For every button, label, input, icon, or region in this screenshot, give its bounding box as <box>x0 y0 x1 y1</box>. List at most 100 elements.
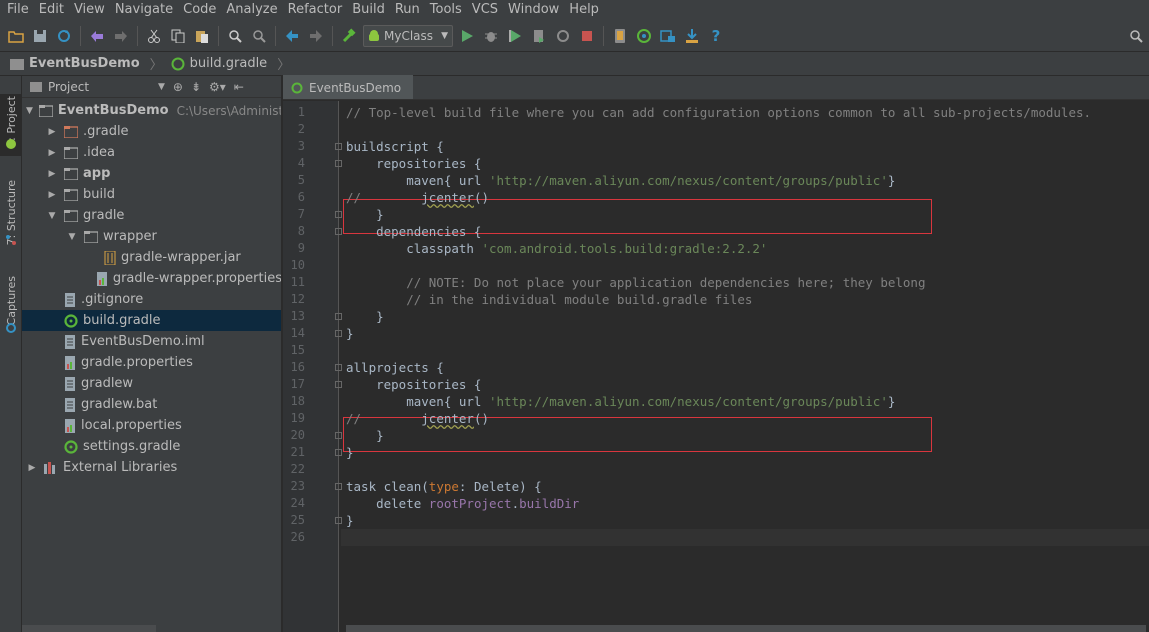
code-token: 'com.android.tools.build:gradle:2.2.2' <box>481 241 768 256</box>
tab-captures[interactable]: Captures <box>0 276 22 325</box>
menu-navigate[interactable]: Navigate <box>110 0 178 20</box>
scroll-from-source-icon[interactable]: ⊕ <box>173 80 183 94</box>
gear-icon[interactable]: ⚙▾ <box>209 80 226 94</box>
tree-item-label: local.properties <box>81 418 182 433</box>
collapsed-arrow-icon[interactable]: ▶ <box>46 148 58 158</box>
expanded-arrow-icon[interactable]: ▼ <box>46 211 58 221</box>
tree-item[interactable]: settings.gradle <box>22 436 281 457</box>
menu-tools[interactable]: Tools <box>425 0 467 20</box>
redo-icon[interactable] <box>110 25 132 47</box>
help-icon[interactable]: ? <box>705 25 727 47</box>
breadcrumb-item-file[interactable]: build.gradle <box>171 56 278 71</box>
collapsed-arrow-icon[interactable]: ▶ <box>46 169 58 179</box>
menu-file[interactable]: File <box>2 0 34 20</box>
tree-item[interactable]: build.gradle <box>22 310 281 331</box>
editor-horizontal-scrollbar[interactable] <box>346 625 1146 632</box>
line-number: 1 <box>297 105 305 119</box>
run-config-select[interactable]: MyClass ▼ <box>363 24 453 47</box>
tree-item[interactable]: ▼ wrapper <box>22 226 281 247</box>
menu-run[interactable]: Run <box>390 0 425 20</box>
tree-item[interactable]: gradlew.bat <box>22 394 281 415</box>
tree-item-path: C:\Users\Administra <box>176 103 281 118</box>
debug-icon[interactable] <box>480 25 502 47</box>
code-line: // in the individual module build.gradle… <box>346 291 752 308</box>
menu-refactor[interactable]: Refactor <box>283 0 348 20</box>
line-number: 9 <box>297 241 305 255</box>
forward-icon[interactable] <box>305 25 327 47</box>
code-token: jcenter <box>421 411 474 426</box>
menu-build[interactable]: Build <box>347 0 390 20</box>
collapsed-arrow-icon[interactable]: ▶ <box>46 127 58 137</box>
back-icon[interactable] <box>281 25 303 47</box>
tree-item-label: .gitignore <box>81 292 144 307</box>
replace-icon[interactable] <box>248 25 270 47</box>
tree-item[interactable]: ▶ build <box>22 184 281 205</box>
run-icon[interactable] <box>456 25 478 47</box>
toolbar-separator <box>275 25 276 46</box>
menu-edit[interactable]: Edit <box>34 0 69 20</box>
code-token: // NOTE: Do not place your application d… <box>346 275 926 290</box>
menu-bar: File Edit View Navigate Code Analyze Refactor B… <box>0 0 1149 20</box>
rerun-icon[interactable] <box>552 25 574 47</box>
breadcrumb-item-project[interactable]: EventBusDemo <box>10 56 150 71</box>
collapse-all-icon[interactable]: ⇟ <box>191 80 201 94</box>
expanded-arrow-icon[interactable]: ▼ <box>26 106 33 116</box>
sync-gradle-icon[interactable] <box>633 25 655 47</box>
editor-area: EventBusDemo 1 2 3 4 5 6 7 8 9 10 11 12 13 14 15 16 17 18… <box>283 75 1149 632</box>
coverage-icon[interactable] <box>504 25 526 47</box>
code-editor[interactable]: // Top-level build file where you can ad… <box>341 101 1149 632</box>
tree-item[interactable]: gradlew <box>22 373 281 394</box>
tree-item[interactable]: ▼ EventBusDemo C:\Users\Administra <box>22 100 281 121</box>
cut-icon[interactable] <box>143 25 165 47</box>
sdk-manager-icon[interactable] <box>681 25 703 47</box>
copy-icon[interactable] <box>167 25 189 47</box>
tree-item-label: .gradle <box>83 124 129 139</box>
chevron-down-icon[interactable]: ▼ <box>158 82 165 92</box>
tree-item-label: gradle-wrapper.jar <box>121 250 241 265</box>
collapsed-arrow-icon[interactable]: ▶ <box>26 463 38 473</box>
menu-vcs[interactable]: VCS <box>467 0 503 20</box>
menu-window[interactable]: Window <box>503 0 564 20</box>
expanded-arrow-icon[interactable]: ▼ <box>66 232 78 242</box>
tree-item[interactable]: ▼ gradle <box>22 205 281 226</box>
tree-item[interactable]: EventBusDemo.iml <box>22 331 281 352</box>
open-folder-icon[interactable] <box>5 25 27 47</box>
project-panel-scrollbar[interactable] <box>22 625 156 632</box>
tree-item[interactable]: ▶ .gradle <box>22 121 281 142</box>
code-token: . <box>511 496 520 511</box>
find-icon[interactable] <box>224 25 246 47</box>
tree-item[interactable]: ▶ External Libraries <box>22 457 281 478</box>
menu-view[interactable]: View <box>69 0 110 20</box>
code-line: } <box>346 444 354 461</box>
tab-eventbusdemo[interactable]: EventBusDemo <box>283 75 414 99</box>
make-project-icon[interactable] <box>338 25 360 47</box>
menu-help[interactable]: Help <box>564 0 604 20</box>
collapsed-arrow-icon[interactable]: ▶ <box>46 190 58 200</box>
hide-panel-icon[interactable]: ⇤ <box>234 80 244 94</box>
file-icon <box>64 334 76 349</box>
code-token: allprojects { <box>346 360 444 375</box>
folder-icon <box>64 146 78 159</box>
tree-item[interactable]: gradle-wrapper.properties <box>22 268 281 289</box>
project-structure-icon[interactable] <box>657 25 679 47</box>
tree-item[interactable]: ▶ .idea <box>22 142 281 163</box>
project-view-label[interactable]: Project <box>48 80 158 94</box>
menu-code[interactable]: Code <box>178 0 221 20</box>
tree-item[interactable]: ▶ app <box>22 163 281 184</box>
save-icon[interactable] <box>29 25 51 47</box>
tree-item[interactable]: local.properties <box>22 415 281 436</box>
tree-item[interactable]: gradle-wrapper.jar <box>22 247 281 268</box>
attach-debugger-icon[interactable] <box>528 25 550 47</box>
tree-item[interactable]: .gitignore <box>22 289 281 310</box>
avd-manager-icon[interactable] <box>609 25 631 47</box>
line-number: 24 <box>290 496 305 510</box>
menu-analyze[interactable]: Analyze <box>221 0 282 20</box>
sync-icon[interactable] <box>53 25 75 47</box>
code-line: maven{ url 'http://maven.aliyun.com/nexu… <box>346 393 895 410</box>
search-everywhere-icon[interactable] <box>1125 25 1147 47</box>
paste-icon[interactable] <box>191 25 213 47</box>
tree-item[interactable]: gradle.properties <box>22 352 281 373</box>
undo-icon[interactable] <box>86 25 108 47</box>
run-config-label: MyClass <box>384 28 434 43</box>
stop-icon[interactable] <box>576 25 598 47</box>
